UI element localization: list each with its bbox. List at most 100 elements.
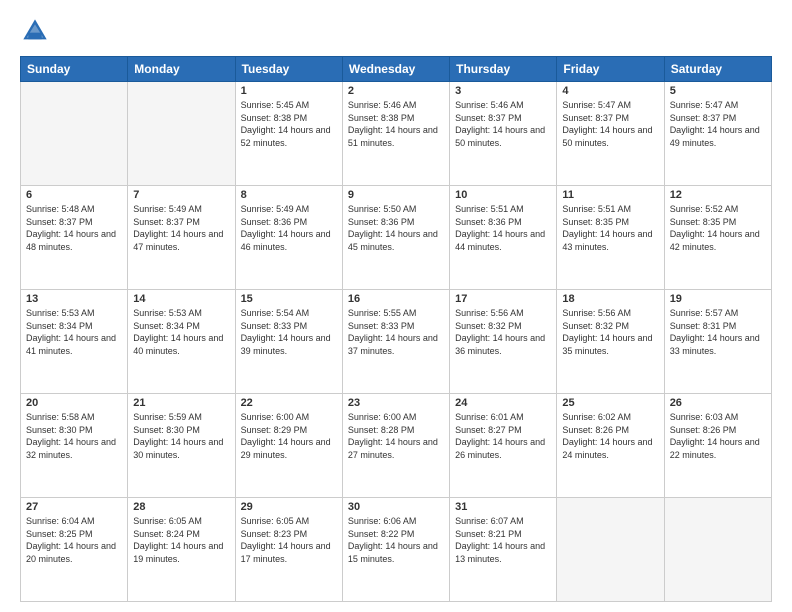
calendar-cell: 29 Sunrise: 6:05 AMSunset: 8:23 PMDayligh… — [235, 498, 342, 602]
day-detail: Sunrise: 5:46 AMSunset: 8:37 PMDaylight:… — [455, 99, 551, 149]
calendar-cell: 7 Sunrise: 5:49 AMSunset: 8:37 PMDaylight… — [128, 186, 235, 290]
day-number: 4 — [562, 85, 658, 97]
day-number: 20 — [26, 397, 122, 409]
day-detail: Sunrise: 5:53 AMSunset: 8:34 PMDaylight:… — [26, 307, 122, 357]
day-number: 5 — [670, 85, 766, 97]
day-number: 24 — [455, 397, 551, 409]
day-number: 11 — [562, 189, 658, 201]
day-detail: Sunrise: 5:49 AMSunset: 8:37 PMDaylight:… — [133, 203, 229, 253]
day-number: 27 — [26, 501, 122, 513]
calendar-cell — [664, 498, 771, 602]
day-number: 6 — [26, 189, 122, 201]
day-detail: Sunrise: 5:50 AMSunset: 8:36 PMDaylight:… — [348, 203, 444, 253]
calendar-cell: 2 Sunrise: 5:46 AMSunset: 8:38 PMDaylight… — [342, 82, 449, 186]
calendar-cell: 1Sunrise: 5:45 AMSunset: 8:38 PMDaylight… — [235, 82, 342, 186]
calendar-week-5: 27 Sunrise: 6:04 AMSunset: 8:25 PMDayligh… — [21, 498, 772, 602]
day-number: 26 — [670, 397, 766, 409]
day-number: 3 — [455, 85, 551, 97]
day-number: 21 — [133, 397, 229, 409]
calendar-cell: 16 Sunrise: 5:55 AMSunset: 8:33 PMDayligh… — [342, 290, 449, 394]
day-detail: Sunrise: 6:00 AMSunset: 8:29 PMDaylight:… — [241, 411, 337, 461]
calendar-cell: 31 Sunrise: 6:07 AMSunset: 8:21 PMDayligh… — [450, 498, 557, 602]
calendar-cell: 5 Sunrise: 5:47 AMSunset: 8:37 PMDaylight… — [664, 82, 771, 186]
header — [20, 16, 772, 46]
day-detail: Sunrise: 6:04 AMSunset: 8:25 PMDaylight:… — [26, 515, 122, 565]
calendar-cell: 11 Sunrise: 5:51 AMSunset: 8:35 PMDayligh… — [557, 186, 664, 290]
calendar-week-4: 20Sunrise: 5:58 AMSunset: 8:30 PMDayligh… — [21, 394, 772, 498]
calendar-cell: 18Sunrise: 5:56 AMSunset: 8:32 PMDayligh… — [557, 290, 664, 394]
day-detail: Sunrise: 6:05 AMSunset: 8:24 PMDaylight:… — [133, 515, 229, 565]
calendar-cell: 3 Sunrise: 5:46 AMSunset: 8:37 PMDaylight… — [450, 82, 557, 186]
calendar-cell: 14 Sunrise: 5:53 AMSunset: 8:34 PMDayligh… — [128, 290, 235, 394]
day-number: 1 — [241, 85, 337, 97]
day-detail: Sunrise: 5:51 AMSunset: 8:36 PMDaylight:… — [455, 203, 551, 253]
day-number: 13 — [26, 293, 122, 305]
day-number: 7 — [133, 189, 229, 201]
day-number: 10 — [455, 189, 551, 201]
day-number: 22 — [241, 397, 337, 409]
calendar-cell: 12 Sunrise: 5:52 AMSunset: 8:35 PMDayligh… — [664, 186, 771, 290]
calendar-cell: 21 Sunrise: 5:59 AMSunset: 8:30 PMDayligh… — [128, 394, 235, 498]
day-detail: Sunrise: 5:54 AMSunset: 8:33 PMDaylight:… — [241, 307, 337, 357]
day-number: 17 — [455, 293, 551, 305]
calendar-cell: 25 Sunrise: 6:02 AMSunset: 8:26 PMDayligh… — [557, 394, 664, 498]
day-number: 16 — [348, 293, 444, 305]
day-detail: Sunrise: 5:59 AMSunset: 8:30 PMDaylight:… — [133, 411, 229, 461]
weekday-header-tuesday: Tuesday — [235, 57, 342, 82]
calendar-cell: 24 Sunrise: 6:01 AMSunset: 8:27 PMDayligh… — [450, 394, 557, 498]
day-detail: Sunrise: 6:05 AMSunset: 8:23 PMDaylight:… — [241, 515, 337, 565]
day-detail: Sunrise: 6:07 AMSunset: 8:21 PMDaylight:… — [455, 515, 551, 565]
day-number: 29 — [241, 501, 337, 513]
calendar-cell: 6 Sunrise: 5:48 AMSunset: 8:37 PMDaylight… — [21, 186, 128, 290]
day-detail: Sunrise: 6:02 AMSunset: 8:26 PMDaylight:… — [562, 411, 658, 461]
day-detail: Sunrise: 5:47 AMSunset: 8:37 PMDaylight:… — [670, 99, 766, 149]
day-detail: Sunrise: 6:01 AMSunset: 8:27 PMDaylight:… — [455, 411, 551, 461]
calendar-cell: 13 Sunrise: 5:53 AMSunset: 8:34 PMDayligh… — [21, 290, 128, 394]
day-detail: Sunrise: 5:46 AMSunset: 8:38 PMDaylight:… — [348, 99, 444, 149]
weekday-header-friday: Friday — [557, 57, 664, 82]
day-detail: Sunrise: 5:55 AMSunset: 8:33 PMDaylight:… — [348, 307, 444, 357]
day-detail: Sunrise: 5:51 AMSunset: 8:35 PMDaylight:… — [562, 203, 658, 253]
calendar-cell: 20Sunrise: 5:58 AMSunset: 8:30 PMDayligh… — [21, 394, 128, 498]
calendar-cell: 26Sunrise: 6:03 AMSunset: 8:26 PMDayligh… — [664, 394, 771, 498]
calendar-cell: 17 Sunrise: 5:56 AMSunset: 8:32 PMDayligh… — [450, 290, 557, 394]
day-number: 19 — [670, 293, 766, 305]
logo-icon — [20, 16, 50, 46]
calendar-table: SundayMondayTuesdayWednesdayThursdayFrid… — [20, 56, 772, 602]
calendar-cell: 30Sunrise: 6:06 AMSunset: 8:22 PMDayligh… — [342, 498, 449, 602]
day-number: 23 — [348, 397, 444, 409]
day-detail: Sunrise: 5:57 AMSunset: 8:31 PMDaylight:… — [670, 307, 766, 357]
calendar-cell: 4 Sunrise: 5:47 AMSunset: 8:37 PMDaylight… — [557, 82, 664, 186]
day-number: 31 — [455, 501, 551, 513]
day-number: 30 — [348, 501, 444, 513]
calendar-cell — [128, 82, 235, 186]
calendar-cell: 10 Sunrise: 5:51 AMSunset: 8:36 PMDayligh… — [450, 186, 557, 290]
day-number: 28 — [133, 501, 229, 513]
calendar-cell: 27 Sunrise: 6:04 AMSunset: 8:25 PMDayligh… — [21, 498, 128, 602]
weekday-header-row: SundayMondayTuesdayWednesdayThursdayFrid… — [21, 57, 772, 82]
logo — [20, 16, 54, 46]
calendar-cell: 19 Sunrise: 5:57 AMSunset: 8:31 PMDayligh… — [664, 290, 771, 394]
weekday-header-sunday: Sunday — [21, 57, 128, 82]
day-detail: Sunrise: 5:47 AMSunset: 8:37 PMDaylight:… — [562, 99, 658, 149]
day-number: 2 — [348, 85, 444, 97]
day-number: 15 — [241, 293, 337, 305]
weekday-header-wednesday: Wednesday — [342, 57, 449, 82]
day-detail: Sunrise: 6:00 AMSunset: 8:28 PMDaylight:… — [348, 411, 444, 461]
calendar-cell: 15 Sunrise: 5:54 AMSunset: 8:33 PMDayligh… — [235, 290, 342, 394]
day-number: 18 — [562, 293, 658, 305]
calendar-week-1: 1Sunrise: 5:45 AMSunset: 8:38 PMDaylight… — [21, 82, 772, 186]
day-detail: Sunrise: 5:52 AMSunset: 8:35 PMDaylight:… — [670, 203, 766, 253]
day-detail: Sunrise: 5:56 AMSunset: 8:32 PMDaylight:… — [455, 307, 551, 357]
day-number: 25 — [562, 397, 658, 409]
calendar-cell: 22 Sunrise: 6:00 AMSunset: 8:29 PMDayligh… — [235, 394, 342, 498]
day-detail: Sunrise: 5:48 AMSunset: 8:37 PMDaylight:… — [26, 203, 122, 253]
day-detail: Sunrise: 5:53 AMSunset: 8:34 PMDaylight:… — [133, 307, 229, 357]
day-number: 14 — [133, 293, 229, 305]
weekday-header-thursday: Thursday — [450, 57, 557, 82]
day-number: 9 — [348, 189, 444, 201]
day-number: 12 — [670, 189, 766, 201]
day-detail: Sunrise: 5:49 AMSunset: 8:36 PMDaylight:… — [241, 203, 337, 253]
calendar-cell: 28 Sunrise: 6:05 AMSunset: 8:24 PMDayligh… — [128, 498, 235, 602]
day-number: 8 — [241, 189, 337, 201]
